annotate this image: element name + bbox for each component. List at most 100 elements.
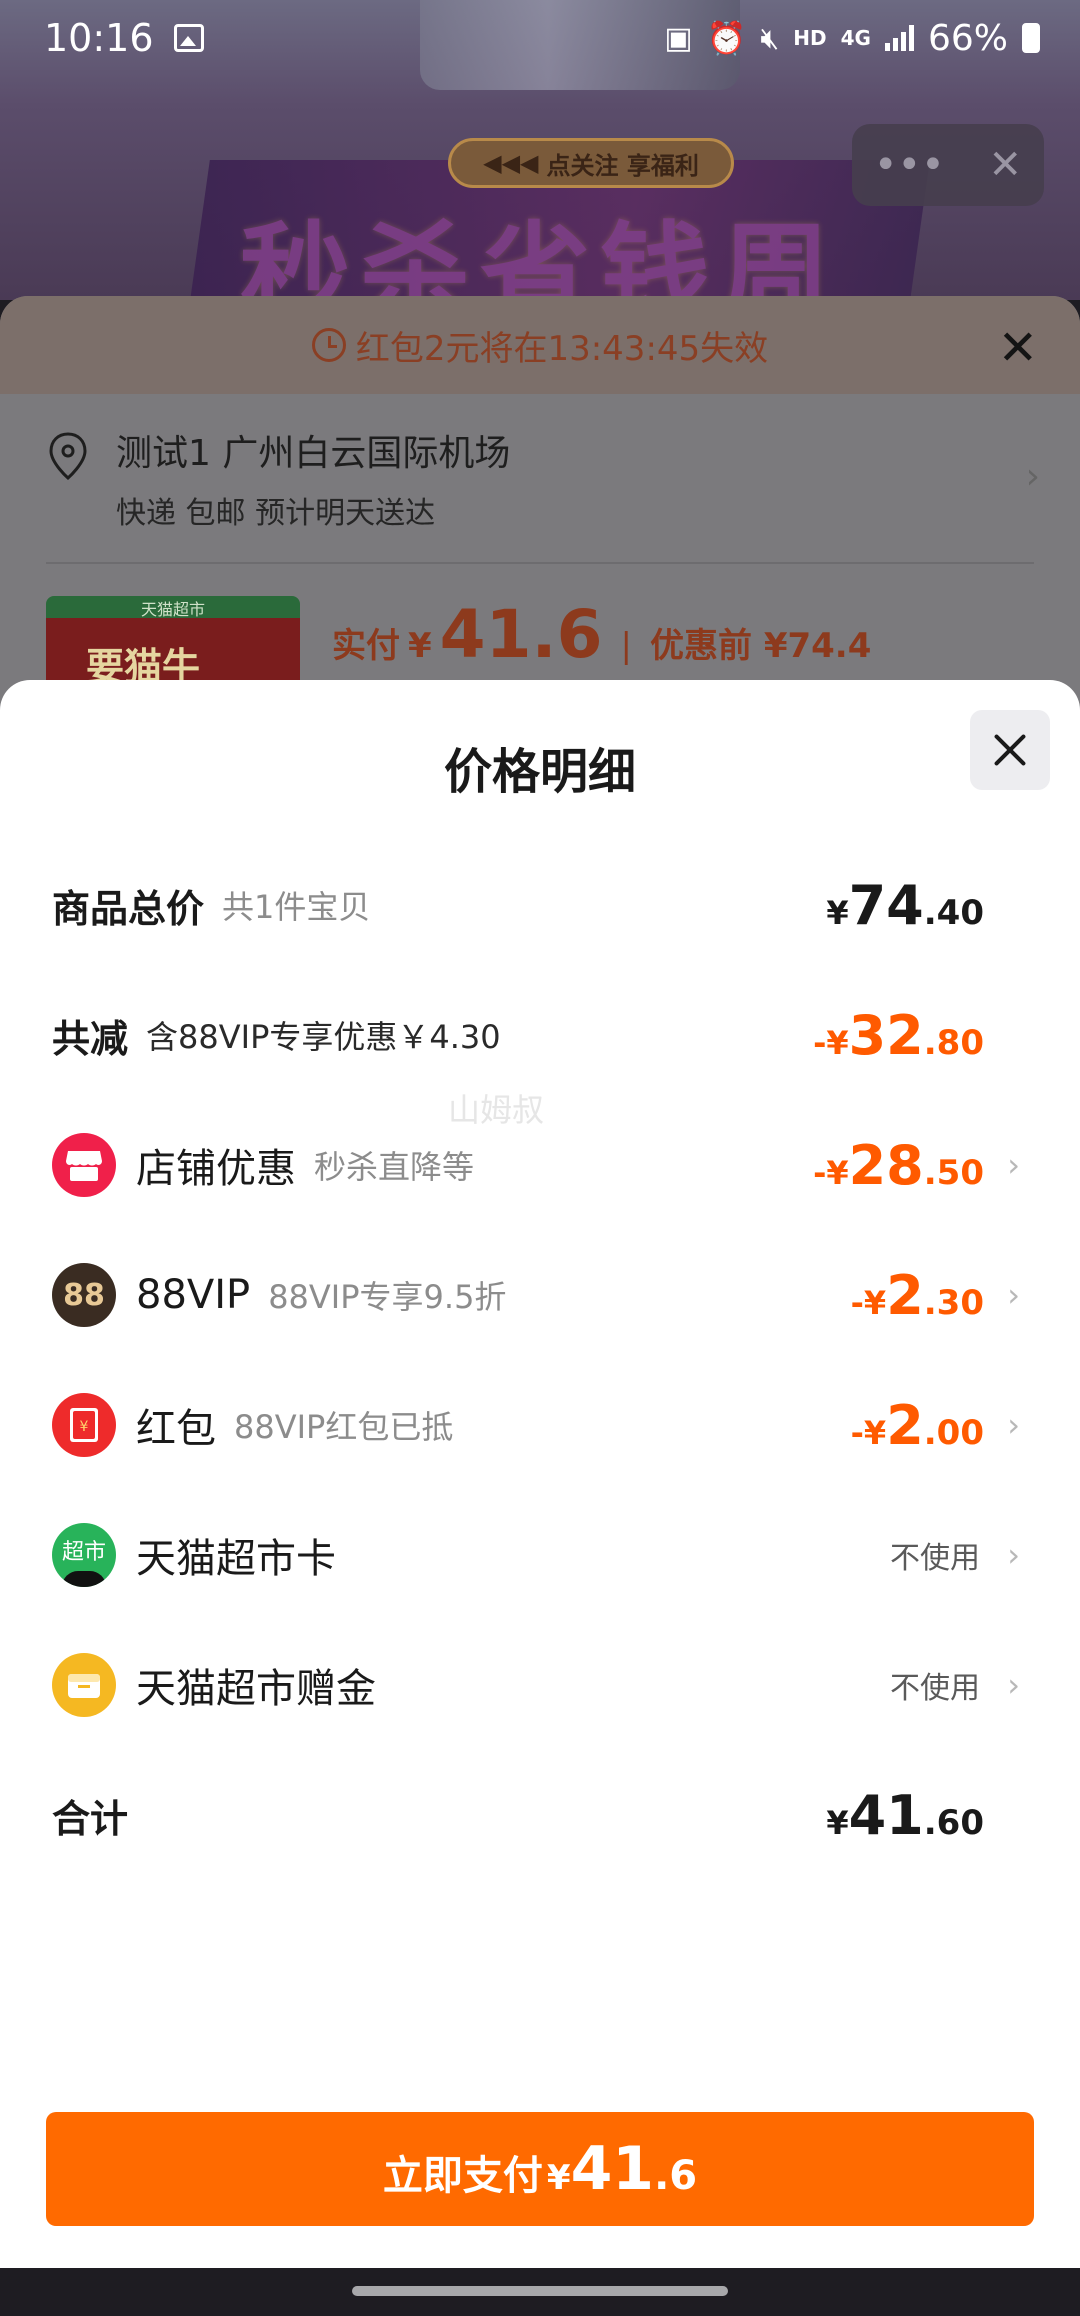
icon-text: 超市 [61,1540,106,1565]
amount-integer: 41 [848,1783,924,1847]
currency-symbol: -¥ [850,1413,887,1452]
pay-amount-integer: 41 [570,2134,655,2204]
chevron-right-icon: › [1007,1406,1020,1444]
amount-decimal: .40 [923,892,984,933]
sum-amount: ¥ 41 .60 [826,1784,984,1847]
item-label: 红包 [136,1406,216,1452]
watermark: 山姆叔 [448,1091,545,1129]
tmall-supermarket-card-icon: 超市 [52,1523,116,1587]
supermarket-card-row[interactable]: 超市 天猫超市卡 不使用 › [0,1510,1080,1600]
total-discount-amount: -¥ 32 .80 [813,1004,984,1067]
hd-indicator: HD [793,26,827,50]
address-section[interactable]: 测试1 广州白云国际机场 快递 包邮 预计明天送达 › [0,394,1080,564]
paid-price: 实付 ¥ 41.6 | 优惠前 ¥74.4 [332,596,871,673]
amount-decimal: .00 [923,1412,984,1453]
goods-total-amount: ¥ 74 .40 [826,874,984,937]
vip-88-icon: 88 [52,1263,116,1327]
arrow-left-icon: ◀◀◀ [483,149,539,177]
gallery-icon [173,24,204,52]
product-store-label: 天猫超市 [140,600,205,619]
item-sub: 88VIP红包已抵 [234,1408,454,1446]
gift-fund-icon [52,1653,116,1717]
goods-count: 共1件宝贝 [222,888,371,926]
amount-integer: 2 [886,1263,924,1327]
mute-icon: 🔇︎ [760,20,780,56]
follow-button[interactable]: ◀◀◀ 点关注 享福利 [448,138,734,188]
item-label: 店铺优惠 [136,1146,296,1192]
mini-program-capsule[interactable]: ••• ✕ [852,124,1044,206]
red-packet-row[interactable]: ¥ 红包 88VIP红包已抵 -¥ 2 .00 › [0,1380,1080,1470]
item-label: 88VIP [136,1272,251,1318]
gift-fund-row[interactable]: 天猫超市赠金 不使用 › [0,1640,1080,1730]
delivery-info: 快递 包邮 预计明天送达 [116,496,436,531]
chevron-right-icon: › [1007,1666,1020,1704]
sum-label: 合计 [52,1796,129,1841]
home-gesture-handle[interactable] [352,2286,728,2296]
price-separator: | [620,626,632,666]
more-icon[interactable]: ••• [874,142,945,188]
red-packet-expiry-notice: 红包2元将在13:43:45失效 ✕ [0,296,1080,394]
item-amount: -¥ 2 .30 [851,1264,984,1327]
item-sub: 秒杀直降等 [314,1148,475,1186]
pay-now-button[interactable]: 立即支付 ¥ 41 .6 [46,2112,1034,2226]
close-icon [992,732,1028,768]
location-pin-icon [49,432,87,480]
amount-integer: 28 [848,1133,924,1197]
amount-decimal: .30 [923,1282,984,1323]
close-icon[interactable]: ✕ [989,142,1023,188]
item-sub: 88VIP专享9.5折 [268,1278,507,1316]
price-before-discount: 优惠前 ¥74.4 [649,626,872,666]
item-label: 天猫超市卡 [136,1536,336,1582]
item-amount: -¥ 2 .00 [851,1394,984,1457]
battery-icon [1022,23,1040,53]
navigation-bar [0,2268,1080,2316]
chevron-right-icon: › [1007,1146,1020,1184]
status-bar: 10:16 ▣ ⏰ 🔇︎ HD 4G 66% [0,0,1080,76]
paid-currency: ¥ [408,626,432,666]
goods-total-row: 商品总价 共1件宝贝 ¥ 74 .40 [0,860,1080,950]
sheet-close-button[interactable] [970,710,1050,790]
chevron-right-icon: › [1025,456,1040,497]
currency-symbol: -¥ [813,1153,849,1192]
promo-banner-text: 秒杀省钱周 [240,211,840,300]
pay-amount-decimal: .6 [654,2153,698,2199]
alarm-icon: ⏰ [706,19,747,57]
clock-time: 10:16 [44,16,154,60]
vip-discount-note: 含88VIP专享优惠￥4.30 [146,1018,501,1056]
pay-currency: ¥ [546,2158,571,2198]
currency-symbol: ¥ [826,893,849,932]
notice-close-icon[interactable]: ✕ [998,324,1038,372]
currency-symbol: -¥ [850,1283,887,1322]
svg-text:¥: ¥ [80,1419,89,1435]
store-discount-row[interactable]: 店铺优惠 秒杀直降等 -¥ 28 .50 › [0,1120,1080,1210]
amount-integer: 32 [848,1003,924,1067]
divider [46,562,1034,564]
pay-label: 立即支付 [382,2153,543,2199]
sheet-title: 价格明细 [443,744,636,800]
item-status: 不使用 [890,1671,980,1706]
currency-symbol: ¥ [826,1803,849,1842]
vip-discount-row[interactable]: 88 88VIP 88VIP专享9.5折 -¥ 2 .30 › [0,1250,1080,1340]
notice-text: 红包2元将在13:43:45失效 [355,328,769,369]
network-type: 4G [840,26,871,50]
amount-decimal: .80 [923,1022,984,1063]
item-status: 不使用 [890,1541,980,1576]
sum-row: 合计 ¥ 41 .60 [0,1770,1080,1860]
red-packet-icon: ¥ [52,1393,116,1457]
signal-icon [884,25,914,51]
paid-amount: 41.6 [439,596,603,673]
clipboard-icon: ▣ [664,20,693,56]
amount-integer: 74 [848,873,924,937]
price-detail-sheet: 价格明细 商品总价 共1件宝贝 ¥ 74 .40 共减 含88VIP专享优惠￥4… [0,680,1080,2268]
amount-integer: 2 [886,1393,924,1457]
total-discount-row: 共减 含88VIP专享优惠￥4.30 -¥ 32 .80 [0,990,1080,1080]
item-label: 天猫超市赠金 [136,1666,376,1712]
address-title: 测试1 广州白云国际机场 [116,433,511,474]
currency-symbol: -¥ [813,1023,849,1062]
battery-level: 66% [927,17,1008,59]
total-discount-label: 共减 [52,1016,129,1061]
shop-icon [52,1133,116,1197]
amount-decimal: .50 [923,1152,984,1193]
goods-total-label: 商品总价 [52,886,205,931]
clock-icon [311,328,346,362]
